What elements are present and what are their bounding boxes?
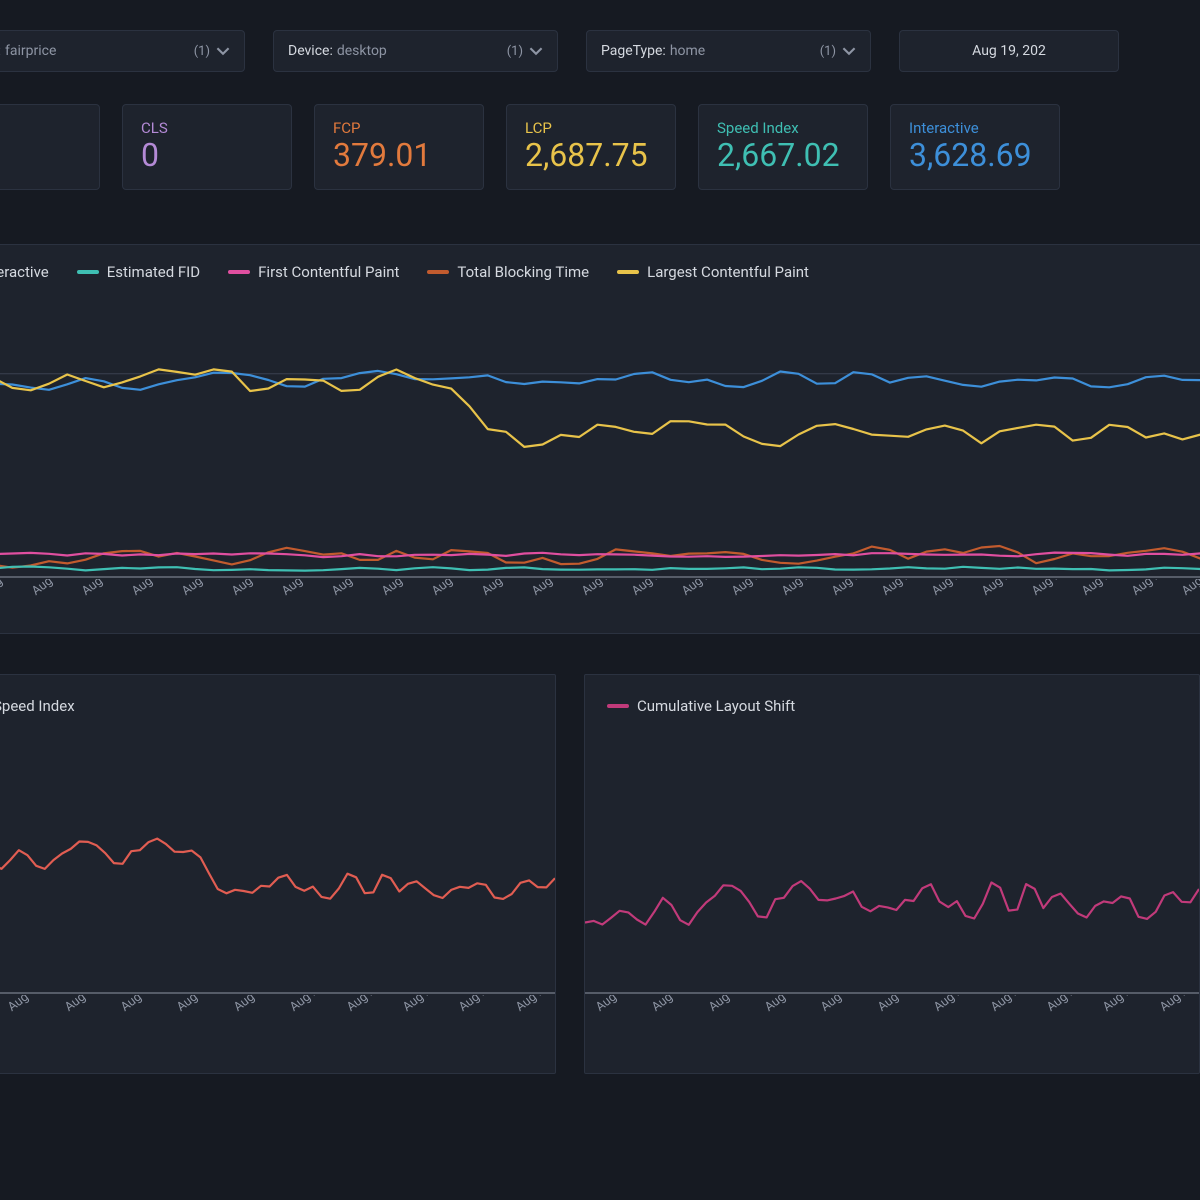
tile-score[interactable]: Score .55	[0, 104, 100, 190]
tile-interactive-value: 3,628.69	[909, 139, 1041, 173]
legend-item[interactable]: Largest Contentful Paint	[617, 263, 809, 281]
legend-swatch-icon	[607, 704, 629, 708]
legend-swatch-icon	[77, 270, 99, 274]
chart-speed-index[interactable]: Speed Index Aug 19, 2...Aug 19, 2...Aug …	[0, 674, 556, 1074]
metric-tiles: Score .55 CLS 0 FCP 379.01 LCP 2,687.75 …	[0, 94, 1200, 204]
tile-lcp-value: 2,687.75	[525, 139, 657, 173]
tile-fcp-label: FCP	[333, 119, 465, 137]
tile-score-label: Score	[0, 119, 81, 137]
chart-cls[interactable]: Cumulative Layout Shift Aug 19, 2...Aug …	[584, 674, 1200, 1074]
tile-speedindex-label: Speed Index	[717, 119, 849, 137]
filter-pagetype-value: home	[670, 43, 705, 59]
tile-score-value: .55	[0, 139, 81, 173]
filter-site-value: fairprice	[5, 43, 56, 59]
filter-site-count: (1)	[194, 44, 216, 59]
filter-date-label: Aug 19, 202	[972, 43, 1046, 59]
tile-fcp[interactable]: FCP 379.01	[314, 104, 484, 190]
legend-label: Estimated FID	[107, 263, 200, 281]
legend-speed-label: Speed Index	[0, 697, 75, 715]
filter-device-label: Device:	[288, 43, 333, 59]
filter-device-count: (1)	[507, 44, 529, 59]
filter-pagetype-label: PageType:	[601, 43, 666, 59]
legend-item[interactable]: Total Blocking Time	[427, 263, 589, 281]
legend-swatch-icon	[617, 270, 639, 274]
filter-site[interactable]: site: fairprice (1)	[0, 30, 245, 72]
legend-label: First Contentful Paint	[258, 263, 399, 281]
legend-label: Interactive	[0, 263, 49, 281]
tile-interactive[interactable]: Interactive 3,628.69	[890, 104, 1060, 190]
filter-pagetype-count: (1)	[820, 44, 842, 59]
tile-cls-value: 0	[141, 139, 273, 173]
filter-site-label: site:	[0, 43, 1, 59]
tile-cls[interactable]: CLS 0	[122, 104, 292, 190]
chart-core-metrics[interactable]: Interactive Estimated FID First Contentful…	[0, 244, 1200, 634]
filter-daterange[interactable]: Aug 19, 202	[899, 30, 1119, 72]
legend-cls-label: Cumulative Layout Shift	[637, 697, 795, 715]
tile-cls-label: CLS	[141, 119, 273, 137]
legend-item[interactable]: First Contentful Paint	[228, 263, 399, 281]
chart-main-legend: Interactive Estimated FID First Contentful…	[0, 245, 1200, 281]
legend-item[interactable]: Interactive	[0, 263, 49, 281]
legend-speed-item[interactable]: Speed Index	[0, 697, 75, 715]
legend-cls-item[interactable]: Cumulative Layout Shift	[607, 697, 795, 715]
legend-label: Largest Contentful Paint	[647, 263, 809, 281]
filter-device[interactable]: Device: desktop (1)	[273, 30, 558, 72]
tile-lcp[interactable]: LCP 2,687.75	[506, 104, 676, 190]
chart-cls-legend: Cumulative Layout Shift	[585, 675, 1199, 715]
filter-pagetype[interactable]: PageType: home (1)	[586, 30, 871, 72]
tile-speedindex-value: 2,667.02	[717, 139, 849, 173]
chevron-down-icon	[216, 44, 230, 58]
legend-item[interactable]: Estimated FID	[77, 263, 200, 281]
chevron-down-icon	[842, 44, 856, 58]
chevron-down-icon	[529, 44, 543, 58]
filter-bar: site: fairprice (1) Device: desktop (1) …	[0, 0, 1200, 94]
legend-swatch-icon	[228, 270, 250, 274]
legend-label: Total Blocking Time	[457, 263, 589, 281]
tile-lcp-label: LCP	[525, 119, 657, 137]
tile-speedindex[interactable]: Speed Index 2,667.02	[698, 104, 868, 190]
filter-device-value: desktop	[337, 43, 387, 59]
tile-interactive-label: Interactive	[909, 119, 1041, 137]
tile-fcp-value: 379.01	[333, 139, 465, 173]
legend-swatch-icon	[427, 270, 449, 274]
chart-speed-legend: Speed Index	[0, 675, 555, 715]
